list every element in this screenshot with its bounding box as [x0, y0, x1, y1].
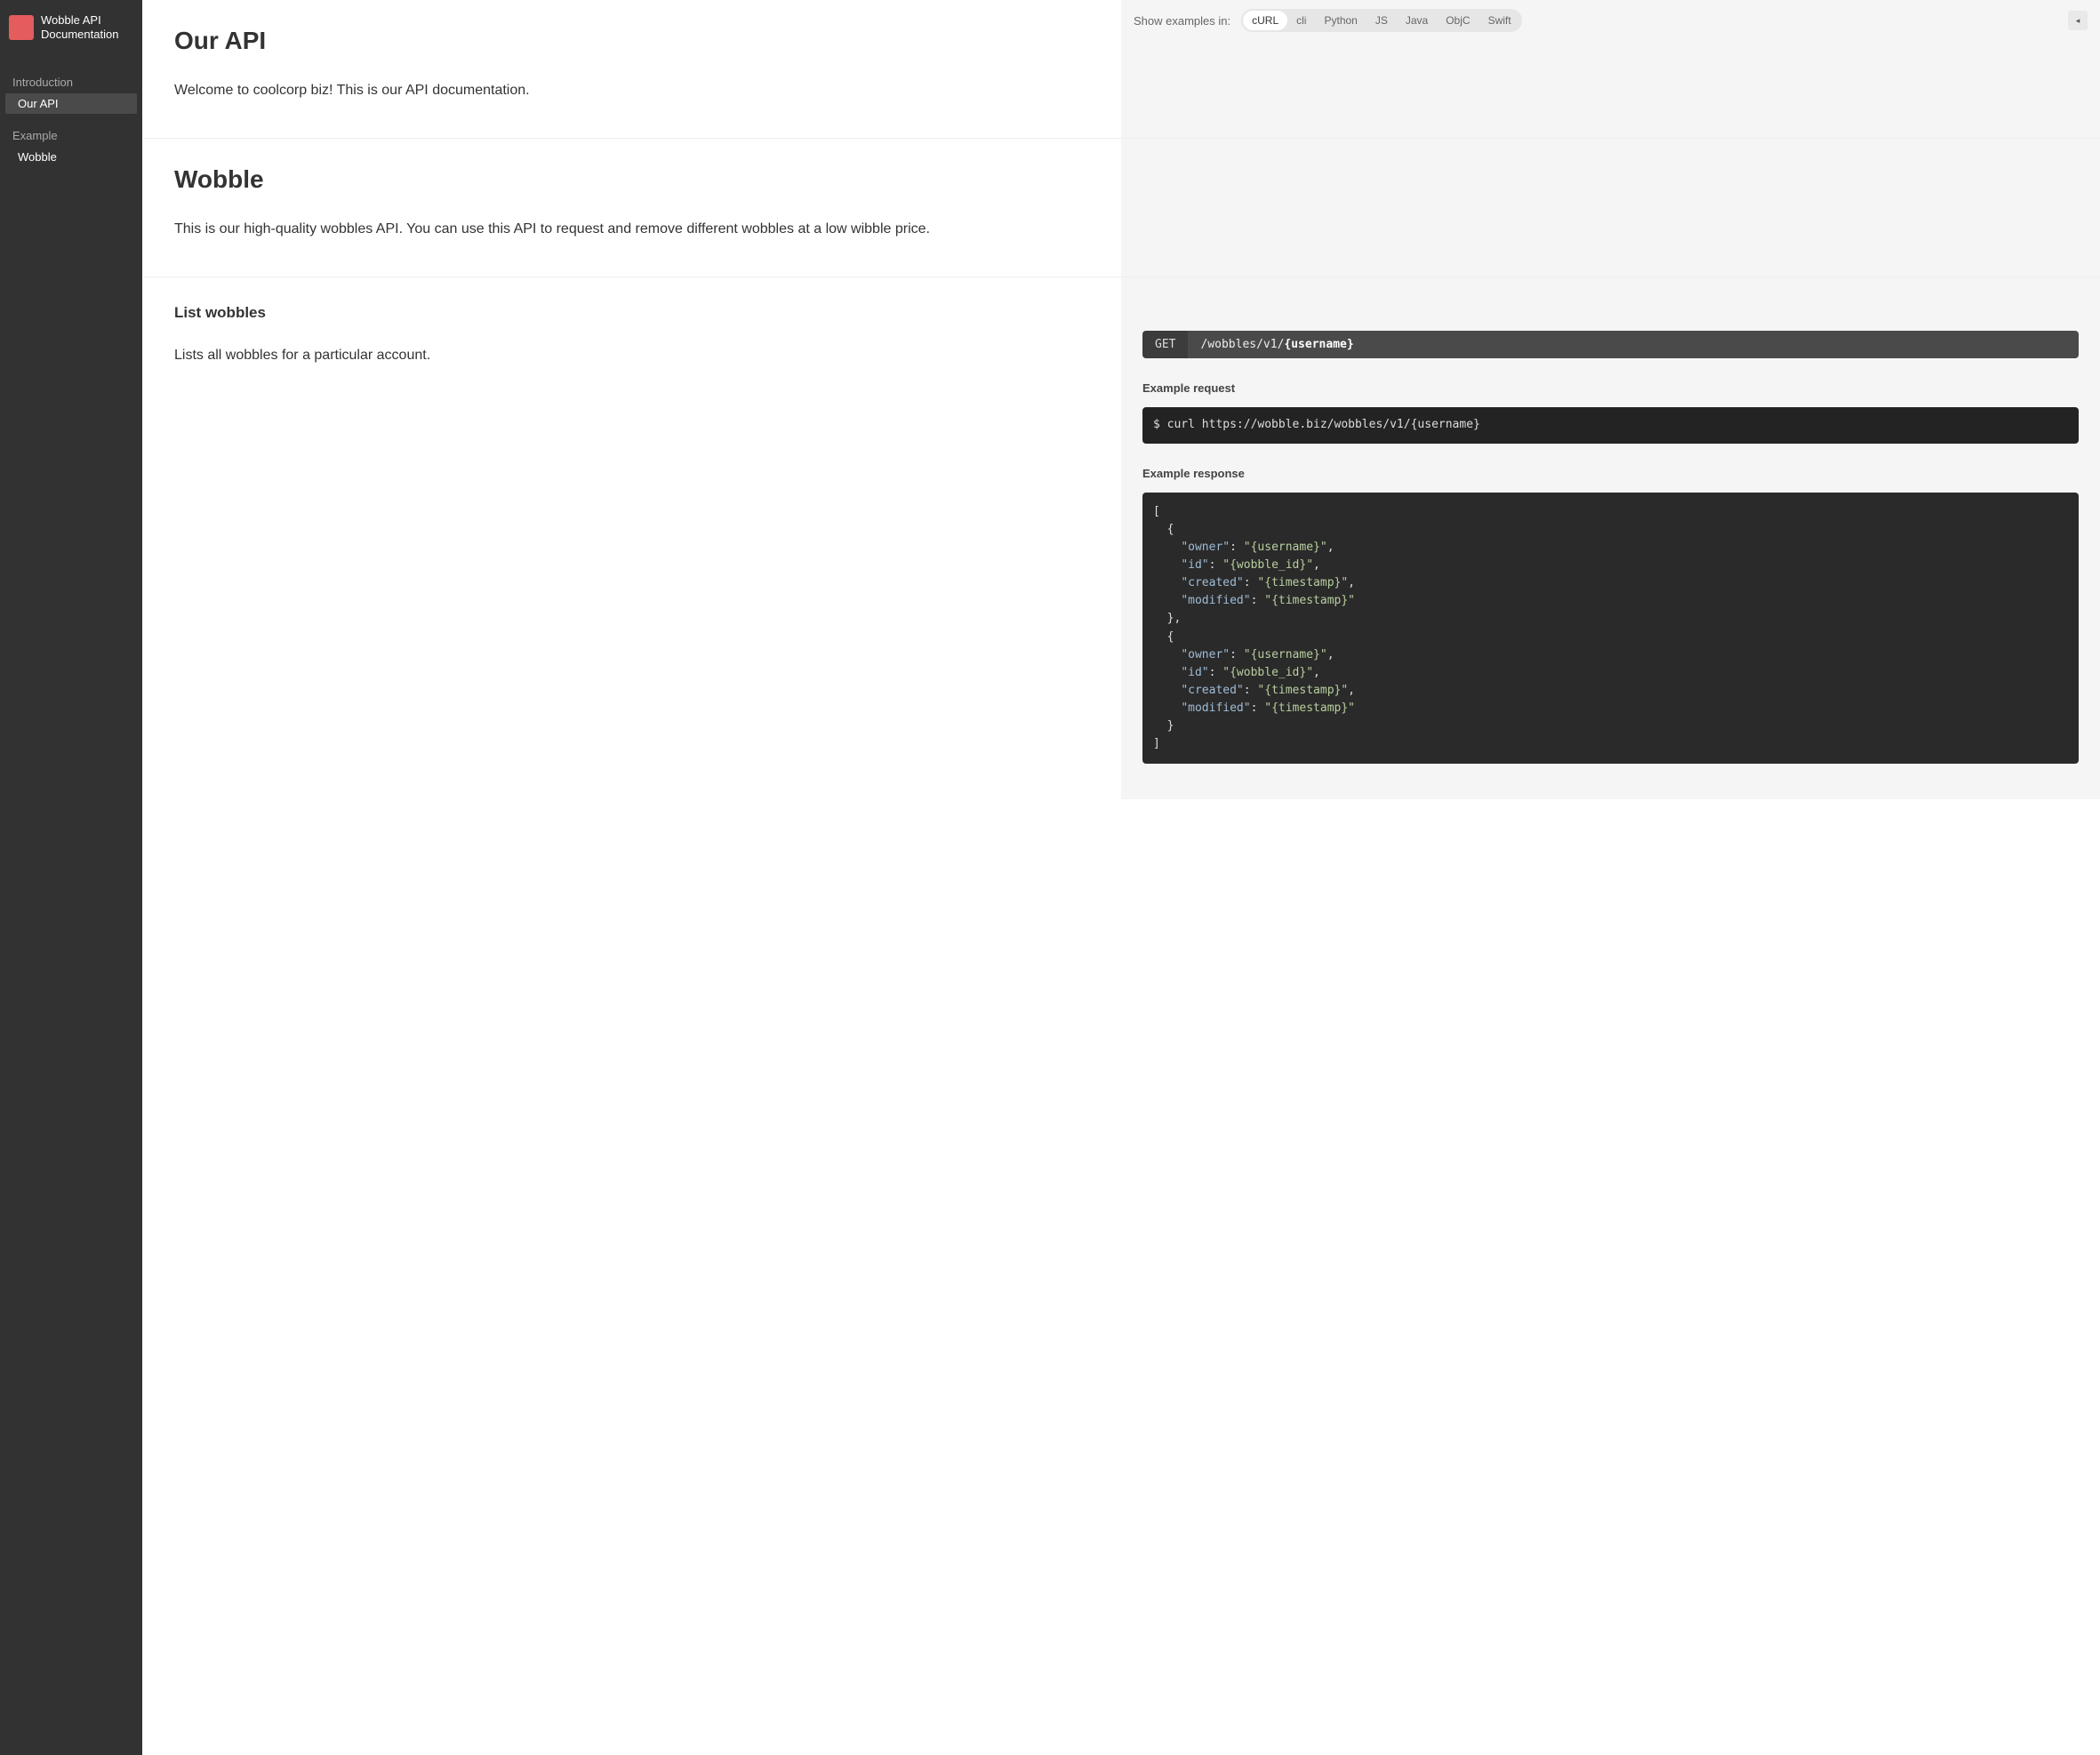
section-wobble: Wobble This is our high-quality wobbles …: [142, 139, 2100, 277]
collapse-panel-button[interactable]: ◂: [2068, 11, 2088, 30]
sidebar-item-wobble[interactable]: Wobble: [5, 147, 137, 167]
example-language-label: Show examples in:: [1134, 14, 1230, 28]
example-language-bar: Show examples in: cURLcliPythonJSJavaObj…: [1121, 0, 2100, 41]
lang-pill-cli[interactable]: cli: [1287, 11, 1315, 30]
nav-group-title: Example: [0, 126, 142, 145]
section-text-wobble: This is our high-quality wobbles API. Yo…: [174, 217, 1089, 241]
lang-pill-python[interactable]: Python: [1315, 11, 1366, 30]
sidebar: Wobble API Documentation IntroductionOur…: [0, 0, 142, 1755]
lang-pill-swift[interactable]: Swift: [1479, 11, 1520, 30]
endpoint-bar: GET /wobbles/v1/{username}: [1142, 331, 2079, 358]
section-title-list-wobbles: List wobbles: [174, 304, 1089, 322]
section-title-our-api: Our API: [174, 27, 1089, 55]
endpoint-method: GET: [1142, 331, 1188, 358]
example-response-label: Example response: [1142, 467, 2079, 480]
endpoint-path: /wobbles/v1/{username}: [1188, 331, 2079, 358]
section-title-wobble: Wobble: [174, 165, 1089, 194]
example-request-label: Example request: [1142, 381, 2079, 395]
lang-pill-java[interactable]: Java: [1397, 11, 1437, 30]
nav-group-title: Introduction: [0, 73, 142, 92]
section-list-wobbles: List wobbles Lists all wobbles for a par…: [142, 277, 2100, 799]
lang-pill-curl[interactable]: cURL: [1243, 11, 1287, 30]
lang-pill-objc[interactable]: ObjC: [1437, 11, 1479, 30]
sidebar-item-our-api[interactable]: Our API: [5, 93, 137, 114]
language-switch: cURLcliPythonJSJavaObjCSwift: [1241, 9, 1521, 32]
main-content: Show examples in: cURLcliPythonJSJavaObj…: [142, 0, 2100, 1755]
example-response-code[interactable]: [ { "owner": "{username}", "id": "{wobbl…: [1142, 493, 2079, 765]
brand-title: Wobble API Documentation: [41, 13, 133, 43]
brand-logo-icon: [9, 15, 34, 40]
section-text-our-api: Welcome to coolcorp biz! This is our API…: [174, 78, 1089, 102]
brand: Wobble API Documentation: [0, 9, 142, 60]
section-text-list-wobbles: Lists all wobbles for a particular accou…: [174, 343, 1089, 367]
chevron-left-icon: ◂: [2076, 16, 2080, 26]
example-request-code[interactable]: $ curl https://wobble.biz/wobbles/v1/{us…: [1142, 407, 2079, 443]
lang-pill-js[interactable]: JS: [1367, 11, 1397, 30]
